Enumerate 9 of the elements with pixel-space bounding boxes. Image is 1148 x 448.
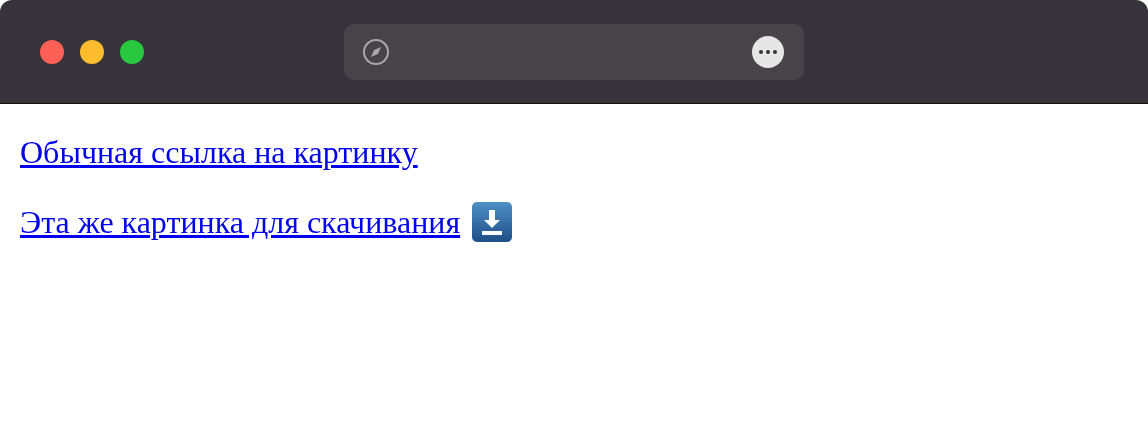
compass-icon <box>362 37 390 66</box>
link[interactable]: Эта же картинка для скачивания <box>20 200 461 244</box>
download-icon <box>472 202 513 242</box>
more-button[interactable] <box>752 35 784 68</box>
link[interactable]: Обычная ссылка на картинку <box>20 130 418 174</box>
address-bar[interactable] <box>344 23 804 80</box>
zoom-button[interactable] <box>120 39 144 64</box>
minimize-button[interactable] <box>80 39 104 64</box>
close-button[interactable] <box>40 39 64 64</box>
